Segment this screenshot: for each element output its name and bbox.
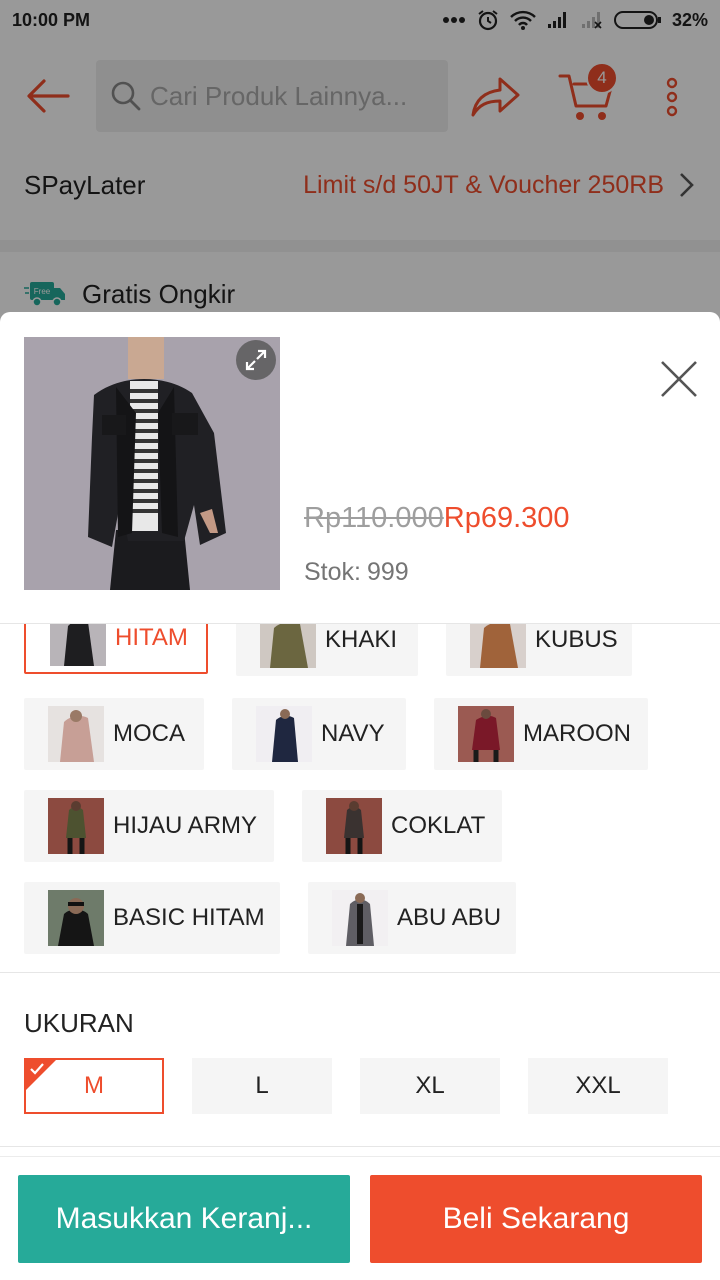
variant-thumbnail [332,890,388,946]
variant-chip-maroon[interactable]: MAROON [434,698,648,770]
variant-thumbnail [470,624,526,668]
variant-thumbnail [50,624,106,666]
variant-chip-hitam[interactable]: HITAM [24,624,208,674]
price-row: Rp110.000 Rp69.300 [304,502,570,535]
size-label: M [84,1072,104,1099]
variant-thumbnail [458,706,514,762]
size-chip-l[interactable]: L [192,1058,332,1114]
buy-now-button[interactable]: Beli Sekarang [370,1175,702,1263]
size-chip-xl[interactable]: XL [360,1058,500,1114]
close-icon[interactable] [656,356,702,402]
size-label: XL [415,1072,445,1099]
variant-chip-basic-hitam[interactable]: BASIC HITAM [24,882,280,954]
variant-label: MAROON [523,720,631,747]
variant-label: KHAKI [325,626,398,653]
product-image[interactable] [24,337,280,590]
variant-thumbnail [326,798,382,854]
variant-thumbnail [256,706,312,762]
variant-label: BASIC HITAM [113,904,265,931]
variant-thumbnail [48,890,104,946]
size-label: L [255,1072,269,1099]
variant-chip-abu-abu[interactable]: ABU ABU [308,882,516,954]
add-to-cart-button[interactable]: Masukkan Keranj... [18,1175,350,1263]
variant-options[interactable]: HITAM KHAKI KUBUS MOCA NAVY MAROON HIJAU… [0,624,720,972]
stock-info: Stok: 999 [304,558,409,587]
expand-icon [245,349,267,371]
discount-price: Rp69.300 [443,502,570,534]
size-label: XXL [575,1072,621,1099]
variant-label: HITAM [115,624,188,651]
variant-chip-hijau-army[interactable]: HIJAU ARMY [24,790,274,862]
variant-label: NAVY [321,720,385,747]
variant-thumbnail [48,798,104,854]
variant-chip-moca[interactable]: MOCA [24,698,204,770]
action-bar: Masukkan Keranj... Beli Sekarang [0,1156,720,1280]
variant-chip-coklat[interactable]: COKLAT [302,790,502,862]
variant-thumbnail [260,624,316,668]
stock-label: Stok: [304,558,361,586]
checkmark-icon [30,1063,44,1075]
size-chip-xxl[interactable]: XXL [528,1058,668,1114]
variant-label: HIJAU ARMY [113,812,258,839]
variant-label: ABU ABU [397,904,502,931]
expand-image-button[interactable] [236,340,276,380]
size-chip-m[interactable]: M [24,1058,164,1114]
variant-thumbnail [48,706,104,762]
size-section-title: UKURAN [24,1008,134,1038]
original-price: Rp110.000 [304,502,444,534]
variant-label: KUBUS [535,626,618,653]
product-photo-jacket [24,337,280,590]
section-divider [0,972,720,973]
section-divider [0,1146,720,1147]
variant-chip-navy[interactable]: NAVY [232,698,406,770]
variant-chip-khaki[interactable]: KHAKI [236,624,418,676]
variant-selection-sheet: Rp110.000 Rp69.300 Stok: 999 HITAM KHAKI … [0,312,720,1280]
stock-value: 999 [366,558,409,586]
variant-label: COKLAT [391,812,486,839]
variant-chip-kubus[interactable]: KUBUS [446,624,632,676]
variant-label: MOCA [113,720,185,747]
